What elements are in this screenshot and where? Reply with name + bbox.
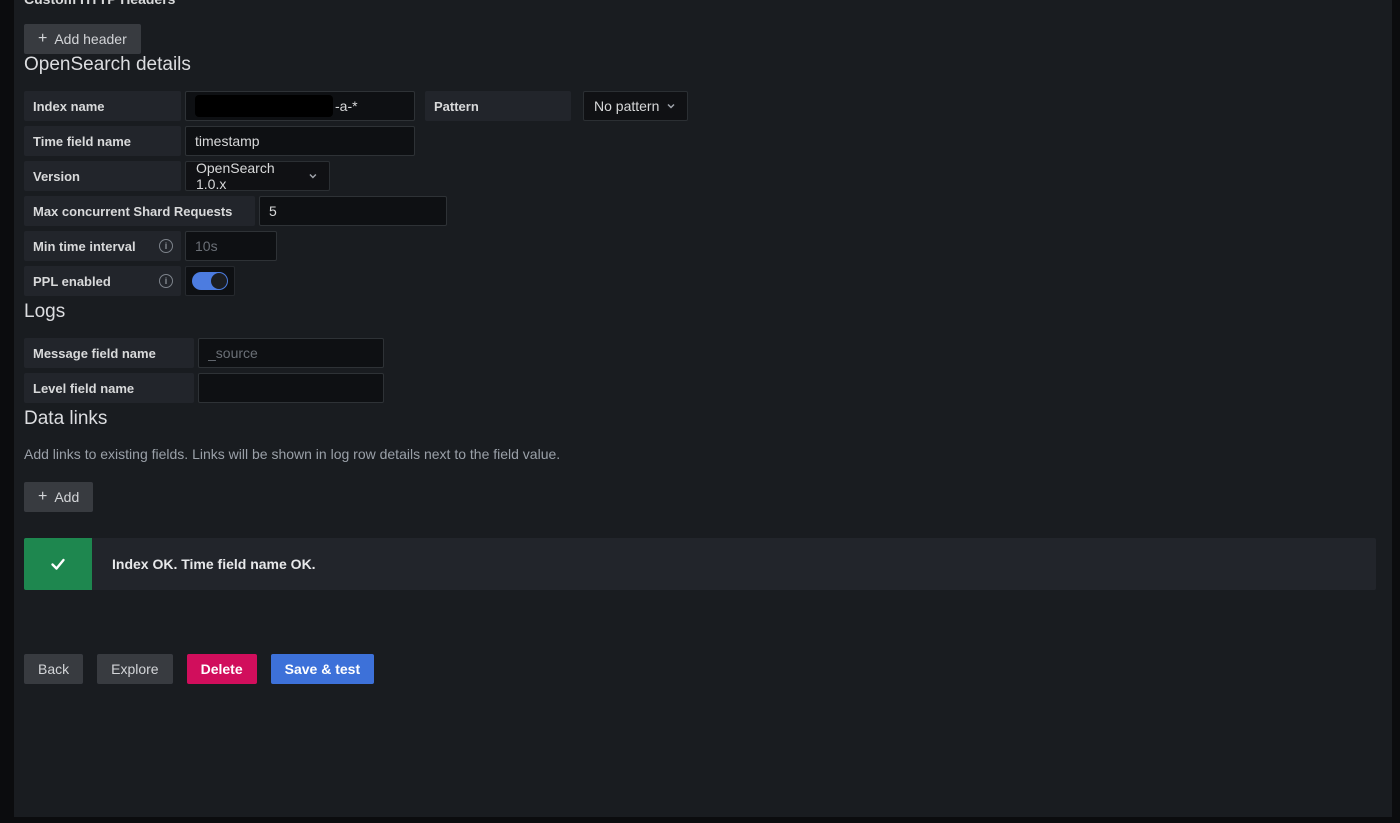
data-links-description: Add links to existing fields. Links will… <box>24 446 1376 462</box>
max-shard-row: Max concurrent Shard Requests <box>24 196 1376 226</box>
toggle-pill <box>192 272 228 290</box>
pattern-label: Pattern <box>425 91 571 121</box>
opensearch-details-heading: OpenSearch details <box>24 54 1376 76</box>
index-name-row: Index name -a-* Pattern No pattern <box>24 91 1376 121</box>
version-label: Version <box>24 161 181 191</box>
check-icon <box>48 554 68 574</box>
version-row: Version OpenSearch 1.0.x <box>24 161 1376 191</box>
explore-button[interactable]: Explore <box>97 654 172 684</box>
datasource-config-form: Custom HTTP Headers + Add header OpenSea… <box>14 0 1392 684</box>
ppl-enabled-label-text: PPL enabled <box>33 274 111 289</box>
add-header-button[interactable]: + Add header <box>24 24 141 54</box>
ppl-enabled-label: PPL enabled i <box>24 266 181 296</box>
data-links-heading: Data links <box>24 408 1376 430</box>
message-field-row: Message field name <box>24 338 1376 368</box>
max-shard-label: Max concurrent Shard Requests <box>24 196 255 226</box>
index-name-input[interactable]: -a-* <box>185 91 415 121</box>
message-field-label: Message field name <box>24 338 194 368</box>
time-field-label: Time field name <box>24 126 181 156</box>
version-select[interactable]: OpenSearch 1.0.x <box>185 161 330 191</box>
redacted-value <box>195 95 333 117</box>
min-interval-label: Min time interval i <box>24 231 181 261</box>
chevron-down-icon <box>665 100 677 112</box>
add-data-link-label: Add <box>54 489 79 505</box>
toggle-knob <box>211 273 227 289</box>
level-field-label: Level field name <box>24 373 194 403</box>
min-interval-label-text: Min time interval <box>33 239 136 254</box>
plus-icon: + <box>38 31 47 47</box>
info-icon[interactable]: i <box>159 239 173 253</box>
custom-http-headers-title: Custom HTTP Headers <box>24 0 1376 7</box>
ppl-enabled-toggle[interactable] <box>185 266 235 296</box>
add-data-link-button[interactable]: + Add <box>24 482 93 512</box>
alert-success-badge <box>24 538 92 590</box>
level-field-input[interactable] <box>198 373 384 403</box>
plus-icon: + <box>38 489 47 505</box>
info-icon[interactable]: i <box>159 274 173 288</box>
pattern-select[interactable]: No pattern <box>583 91 688 121</box>
time-field-row: Time field name <box>24 126 1376 156</box>
version-select-value: OpenSearch 1.0.x <box>196 160 307 192</box>
success-alert: Index OK. Time field name OK. <box>24 538 1376 590</box>
opensearch-details-rows: Index name -a-* Pattern No pattern Time … <box>24 91 1376 296</box>
add-header-label: Add header <box>54 31 126 47</box>
message-field-input[interactable] <box>198 338 384 368</box>
save-and-test-button[interactable]: Save & test <box>271 654 374 684</box>
max-shard-input[interactable] <box>259 196 447 226</box>
min-interval-input[interactable] <box>185 231 277 261</box>
form-actions: Back Explore Delete Save & test <box>24 654 1376 684</box>
index-name-label: Index name <box>24 91 181 121</box>
alert-message: Index OK. Time field name OK. <box>92 538 316 590</box>
index-name-value-suffix: -a-* <box>335 98 358 114</box>
chevron-down-icon <box>307 170 319 182</box>
logs-heading: Logs <box>24 301 1376 323</box>
time-field-input[interactable] <box>185 126 415 156</box>
settings-page: Custom HTTP Headers + Add header OpenSea… <box>14 0 1392 817</box>
pattern-select-value: No pattern <box>594 98 659 114</box>
scrollbar-track[interactable] <box>1392 0 1400 823</box>
level-field-row: Level field name <box>24 373 1376 403</box>
back-button[interactable]: Back <box>24 654 83 684</box>
logs-rows: Message field name Level field name <box>24 338 1376 403</box>
ppl-enabled-row: PPL enabled i <box>24 266 1376 296</box>
delete-button[interactable]: Delete <box>187 654 257 684</box>
min-interval-row: Min time interval i <box>24 231 1376 261</box>
